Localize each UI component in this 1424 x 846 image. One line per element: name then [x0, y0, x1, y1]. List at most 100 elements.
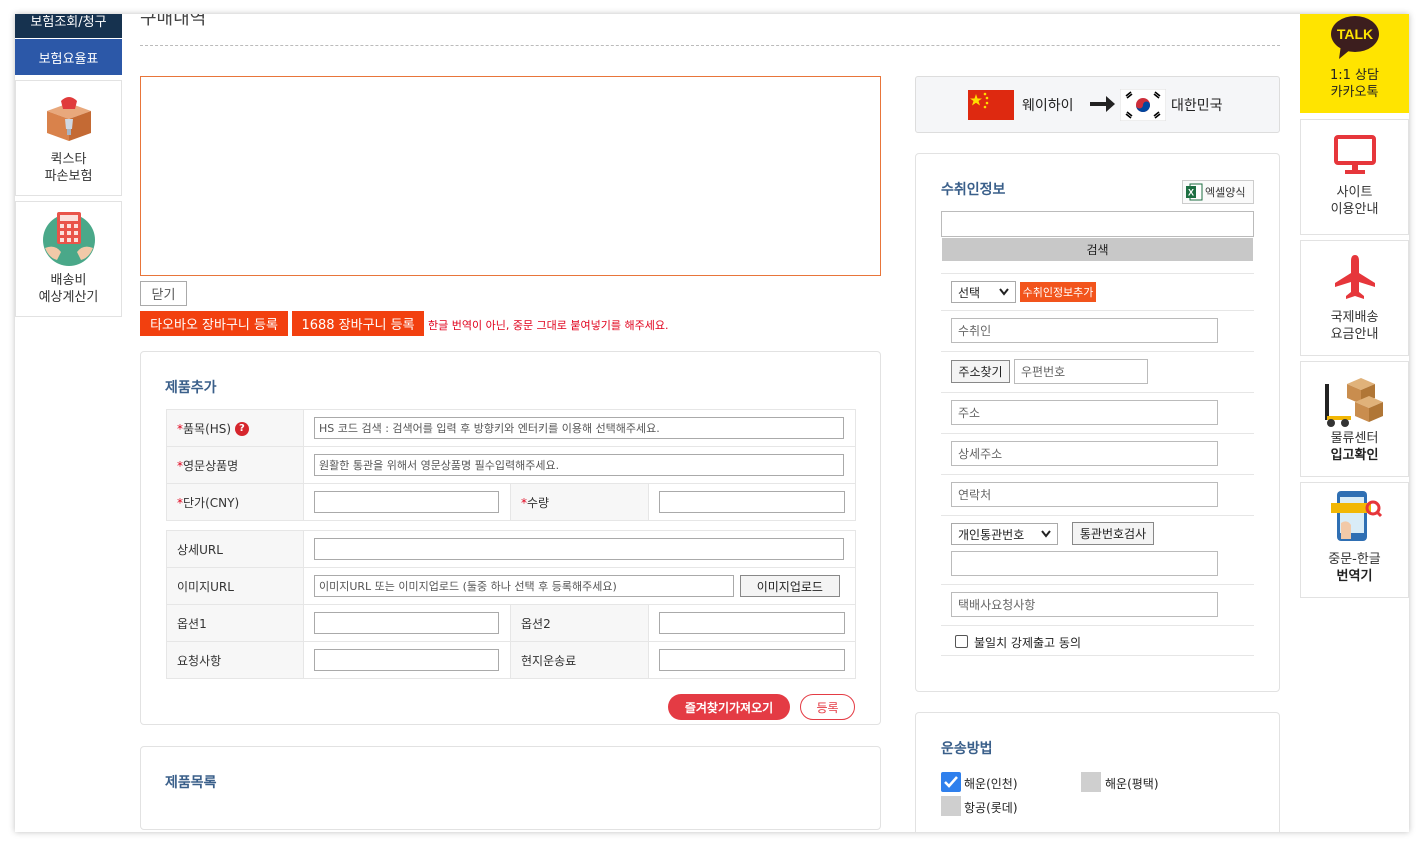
recipient-title: 수취인정보 — [941, 182, 1006, 198]
price-label: *단가(CNY) — [166, 483, 304, 521]
hs-search-input[interactable] — [314, 417, 844, 439]
chevron-down-icon — [1041, 530, 1051, 538]
recipient-search-button[interactable]: 검색 — [942, 238, 1253, 261]
insurance-line2: 파손보험 — [44, 169, 93, 184]
qty-label: *수량 — [510, 483, 649, 521]
divider — [941, 392, 1254, 393]
close-button[interactable]: 닫기 — [140, 281, 187, 306]
arrow-right-icon — [1090, 96, 1115, 112]
option1-input[interactable] — [314, 612, 499, 634]
translator-phone-icon — [1330, 491, 1382, 541]
site-guide-card[interactable]: 사이트 이용안내 — [1300, 119, 1409, 235]
delivery-request-input[interactable] — [951, 592, 1218, 617]
divider — [941, 474, 1254, 475]
help-icon[interactable]: ? — [234, 422, 249, 436]
calculator-card[interactable]: 배송비 예상계산기 — [15, 201, 122, 317]
kakao-line1: 1:1 상담 — [1330, 68, 1379, 83]
image-url-label: 이미지URL — [166, 567, 304, 605]
logistics-card[interactable]: 물류센터 입고확인 — [1300, 361, 1409, 477]
customs-check-button[interactable]: 통관번호검사 — [1072, 522, 1154, 545]
recipient-add-button[interactable]: 수취인정보추가 — [1020, 282, 1096, 302]
calculator-icon — [42, 212, 95, 266]
shipping-option-label: 해운(인천) — [964, 777, 1018, 791]
paste-notice: 한글 번역이 아닌, 중문 그대로 붙여넣기를 해주세요. — [428, 319, 669, 332]
box-icon — [46, 97, 91, 141]
excel-icon: X — [1186, 183, 1203, 201]
recipient-select[interactable]: 선택 — [951, 281, 1016, 303]
taobao-basket-button[interactable]: 타오바오 장바구니 등록 — [140, 311, 288, 336]
price-input[interactable] — [314, 491, 499, 513]
b1688-basket-button[interactable]: 1688 장바구니 등록 — [292, 311, 424, 336]
option2-label: 옵션2 — [510, 604, 649, 642]
recipient-name-input[interactable] — [951, 318, 1218, 343]
korea-flag-icon — [1120, 89, 1166, 121]
insurance-rate-button[interactable]: 보험요율표 — [15, 39, 122, 75]
insurance-line1: 퀵스타 — [50, 152, 87, 167]
shipping-title: 운송방법 — [941, 741, 993, 757]
option2-input[interactable] — [659, 612, 845, 634]
divider — [941, 433, 1254, 434]
shipping-option-checkbox[interactable] — [1081, 772, 1101, 792]
divider — [941, 584, 1254, 585]
shipping-option-checkbox[interactable] — [941, 796, 961, 816]
local-shipping-label: 현지운송료 — [510, 641, 649, 679]
local-shipping-input[interactable] — [659, 649, 845, 671]
logistics-line1: 물류센터 — [1330, 431, 1379, 446]
agree-label: 불일치 강제출고 동의 — [974, 636, 1081, 650]
postcode-input[interactable] — [1014, 359, 1148, 384]
forklift-boxes-icon — [1324, 378, 1383, 427]
phone-input[interactable] — [951, 482, 1218, 507]
divider — [941, 351, 1254, 352]
customs-number-input[interactable] — [951, 551, 1218, 576]
divider — [941, 310, 1254, 311]
option1-label: 옵션1 — [166, 604, 304, 642]
register-button[interactable]: 등록 — [800, 694, 855, 720]
en-name-input[interactable] — [314, 454, 844, 476]
china-flag-icon — [968, 90, 1014, 120]
insurance-claim-button[interactable]: 보험조회/청구 — [15, 14, 122, 38]
route-from: 웨이하이 — [1022, 98, 1074, 114]
agree-checkbox[interactable] — [955, 635, 968, 648]
favorites-button[interactable]: 즐겨찾기가져오기 — [668, 694, 790, 720]
product-list-title: 제품목록 — [165, 775, 217, 791]
product-add-title: 제품추가 — [165, 380, 217, 396]
rates-line2: 요금안내 — [1330, 327, 1379, 342]
site-line2: 이용안내 — [1330, 202, 1379, 217]
talk-badge-text: TALK — [1336, 26, 1372, 42]
excel-label: 엑셀양식 — [1205, 186, 1246, 199]
en-name-label: *영문상품명 — [166, 446, 304, 484]
detail-url-input[interactable] — [314, 538, 844, 560]
page-title: 구매내역 — [140, 14, 207, 29]
detail-url-label: 상세URL — [166, 530, 304, 568]
recipient-search-input[interactable] — [941, 211, 1254, 237]
shipping-option-checkbox[interactable] — [941, 772, 961, 792]
svg-text:X: X — [1188, 188, 1194, 198]
image-upload-button[interactable]: 이미지업로드 — [739, 575, 840, 597]
rates-line1: 국제배송 — [1330, 310, 1379, 325]
title-divider — [140, 45, 1280, 46]
qty-input[interactable] — [659, 491, 845, 513]
checkmark-icon — [944, 776, 958, 788]
address-detail-input[interactable] — [951, 441, 1218, 466]
customs-type-select[interactable]: 개인통관번호 — [951, 523, 1058, 545]
insurance-card[interactable]: 퀵스타 파손보험 — [15, 80, 122, 196]
shopping-frame[interactable] — [140, 76, 881, 276]
chevron-down-icon — [999, 288, 1009, 296]
address-search-button[interactable]: 주소찾기 — [951, 360, 1010, 383]
kakao-talk-card[interactable]: TALK 1:1 상담 카카오톡 — [1300, 14, 1409, 113]
kakao-talk-icon: TALK — [1330, 16, 1379, 59]
translator-line1: 중문-한글 — [1328, 552, 1381, 567]
calculator-line2: 예상계산기 — [38, 290, 99, 305]
shipping-option-label: 해운(평택) — [1105, 777, 1159, 791]
image-url-input[interactable] — [314, 575, 734, 597]
address-input[interactable] — [951, 400, 1218, 425]
excel-template-button[interactable]: X 엑셀양식 — [1182, 180, 1254, 204]
translator-line2: 번역기 — [1336, 569, 1373, 584]
translator-card[interactable]: 중문-한글 번역기 — [1300, 482, 1409, 598]
divider — [941, 655, 1254, 656]
request-input[interactable] — [314, 649, 499, 671]
divider — [941, 515, 1254, 516]
page-frame: 보험조회/청구 보험요율표 퀵스타 파손보험 배송비 예상계산기 TALK 1:… — [15, 14, 1409, 832]
site-line1: 사이트 — [1336, 185, 1373, 200]
rates-card[interactable]: 국제배송 요금안내 — [1300, 240, 1409, 356]
